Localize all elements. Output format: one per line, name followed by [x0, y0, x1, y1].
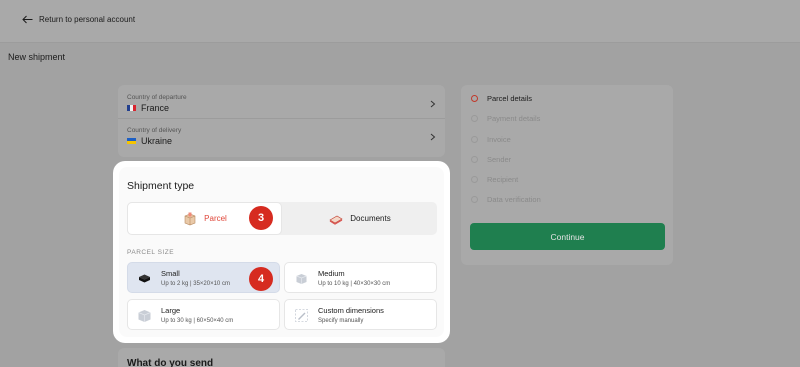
what-do-you-send-title: What do you send	[127, 358, 214, 367]
step-label: Sender	[487, 155, 512, 164]
chevron-right-icon	[430, 133, 436, 141]
shipment-type-highlight: Shipment type Parcel Documents 3 PARCEL …	[113, 161, 450, 343]
medium-box-icon	[296, 274, 307, 284]
delivery-label: Country of delivery	[127, 127, 182, 134]
step-dot-icon	[471, 176, 478, 183]
step-label: Invoice	[487, 135, 511, 144]
delivery-country-select[interactable]: Country of delivery Ukraine	[118, 121, 445, 152]
progress-steps-panel: Parcel details Payment details Invoice S…	[461, 85, 673, 265]
size-medium-name: Medium	[318, 269, 345, 278]
size-custom-option[interactable]: Custom dimensions Specify manually	[284, 299, 437, 330]
departure-value: France	[141, 103, 170, 113]
step-label: Parcel details	[487, 94, 533, 103]
step-invoice: Invoice	[471, 135, 511, 144]
size-small-desc: Up to 2 kg | 35×20×10 cm	[161, 281, 230, 287]
step-label: Data verification	[487, 195, 541, 204]
step-recipient: Recipient	[471, 175, 518, 184]
small-box-icon	[139, 274, 150, 283]
what-do-you-send-card: What do you send	[118, 348, 445, 367]
arrow-left-icon	[22, 15, 33, 24]
size-medium-option[interactable]: Medium Up to 10 kg | 40×30×30 cm	[284, 262, 437, 293]
step-label: Payment details	[487, 114, 541, 123]
step-label: Recipient	[487, 175, 519, 184]
size-custom-desc: Specify manually	[318, 318, 364, 324]
step-dot-icon	[471, 95, 478, 102]
shipment-type-card: Shipment type Parcel Documents 3 PARCEL …	[119, 167, 444, 337]
size-custom-name: Custom dimensions	[318, 306, 384, 315]
step-dot-icon	[471, 156, 478, 163]
documents-icon	[329, 215, 343, 225]
size-medium-desc: Up to 10 kg | 40×30×30 cm	[318, 281, 391, 287]
documents-option[interactable]: Documents	[282, 202, 437, 235]
back-link-label: Return to personal account	[39, 15, 136, 24]
size-large-name: Large	[161, 306, 181, 315]
shipment-type-title: Shipment type	[127, 180, 195, 192]
parcel-option-label: Parcel	[204, 214, 227, 223]
step-payment-details: Payment details	[471, 114, 540, 123]
step-badge-3: 3	[249, 206, 273, 230]
parcel-size-label: PARCEL SIZE	[127, 249, 175, 256]
documents-option-label: Documents	[350, 214, 391, 223]
size-large-desc: Up to 30 kg | 60×50×40 cm	[161, 318, 234, 324]
route-card: Country of departure France Country of d…	[118, 85, 445, 157]
france-flag-icon	[127, 105, 136, 111]
departure-label: Country of departure	[127, 94, 187, 101]
ukraine-flag-icon	[127, 138, 136, 144]
delivery-value: Ukraine	[141, 136, 173, 146]
size-large-option[interactable]: Large Up to 30 kg | 60×50×40 cm	[127, 299, 280, 330]
large-box-icon	[138, 310, 151, 322]
page-title: New shipment	[8, 52, 66, 62]
step-badge-4: 4	[249, 267, 273, 291]
pencil-icon	[295, 309, 308, 322]
continue-button[interactable]: Continue	[470, 223, 665, 250]
shipment-type-toggle: Parcel Documents	[127, 202, 437, 235]
step-dot-icon	[471, 196, 478, 203]
step-data-verification: Data verification	[471, 195, 541, 204]
back-link[interactable]: Return to personal account	[22, 15, 135, 24]
step-parcel-details: Parcel details	[471, 94, 532, 103]
top-bar: Return to personal account	[0, 0, 800, 43]
departure-country-select[interactable]: Country of departure France	[118, 88, 445, 119]
step-dot-icon	[471, 115, 478, 122]
step-sender: Sender	[471, 155, 511, 164]
chevron-right-icon	[430, 100, 436, 108]
step-dot-icon	[471, 136, 478, 143]
parcel-box-icon	[184, 212, 196, 225]
size-small-name: Small	[161, 269, 180, 278]
